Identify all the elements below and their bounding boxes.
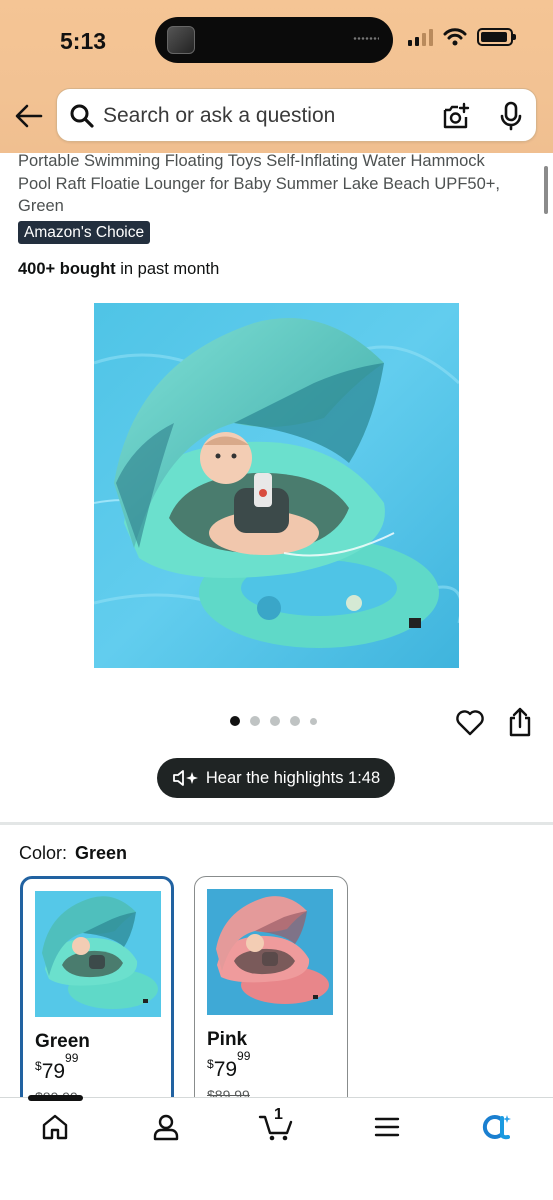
section-divider <box>0 822 553 825</box>
color-option-pink[interactable]: Pink $7999 $89.99 <box>194 876 348 1116</box>
pink-float-thumbnail <box>207 889 333 1015</box>
carousel-dot[interactable] <box>310 717 317 725</box>
app-header: 5:13 <box>0 0 553 153</box>
color-label-text: Color: <box>19 843 68 863</box>
product-title[interactable]: Portable Swimming Floating Toys Self-Inf… <box>18 150 518 218</box>
carousel-dot[interactable] <box>230 716 240 726</box>
color-option-price: $7999 <box>35 1051 79 1083</box>
back-arrow-icon[interactable] <box>14 102 44 130</box>
color-option-name: Pink <box>207 1029 248 1050</box>
bought-count-bold: 400+ bought <box>18 260 116 278</box>
carousel-dot[interactable] <box>270 716 280 726</box>
baby-float-photo <box>94 303 459 668</box>
active-tab-indicator <box>28 1095 83 1101</box>
hear-highlights-label: Hear the highlights 1:48 <box>205 768 381 787</box>
selected-color: Green <box>75 843 128 863</box>
audio-waveform-icon <box>353 37 379 40</box>
color-selector-label: Color: Green <box>19 843 127 864</box>
amazons-choice-badge[interactable]: Amazon's Choice <box>18 221 151 244</box>
color-option-green[interactable]: Green $7999 $89.99 <box>20 876 174 1116</box>
bought-count: 400+ bought in past month <box>18 260 219 279</box>
dynamic-island <box>155 17 393 63</box>
product-image[interactable] <box>94 303 459 668</box>
status-indicators <box>408 28 516 46</box>
green-float-thumbnail <box>35 891 161 1017</box>
cellular-signal-icon <box>408 28 433 46</box>
carousel-dot[interactable] <box>290 716 300 726</box>
now-playing-thumbnail <box>167 26 195 54</box>
search-input[interactable] <box>103 101 433 131</box>
rufus-icon[interactable] <box>480 1112 514 1142</box>
image-carousel-indicator[interactable] <box>230 716 317 726</box>
microphone-icon[interactable] <box>498 101 524 131</box>
status-time: 5:13 <box>60 28 107 54</box>
speaker-sparkle-icon <box>172 770 198 786</box>
carousel-dot[interactable] <box>250 716 260 726</box>
home-icon[interactable] <box>40 1112 70 1142</box>
battery-icon <box>477 28 516 46</box>
color-option-name: Green <box>35 1031 90 1052</box>
wifi-icon <box>443 28 467 46</box>
cart-icon[interactable] <box>258 1112 294 1142</box>
bought-count-rest: in past month <box>115 260 220 278</box>
search-bar[interactable] <box>56 88 537 142</box>
menu-icon[interactable] <box>372 1112 402 1142</box>
heart-icon[interactable] <box>455 708 485 736</box>
account-icon[interactable] <box>151 1112 181 1142</box>
scrollbar[interactable] <box>544 166 548 214</box>
share-icon[interactable] <box>506 706 534 738</box>
search-icon <box>70 104 94 128</box>
bottom-navigation: 1 <box>0 1095 553 1200</box>
hear-highlights-button[interactable]: Hear the highlights 1:48 <box>157 758 395 798</box>
color-option-price: $7999 <box>207 1049 251 1081</box>
camera-search-icon[interactable] <box>441 101 471 131</box>
